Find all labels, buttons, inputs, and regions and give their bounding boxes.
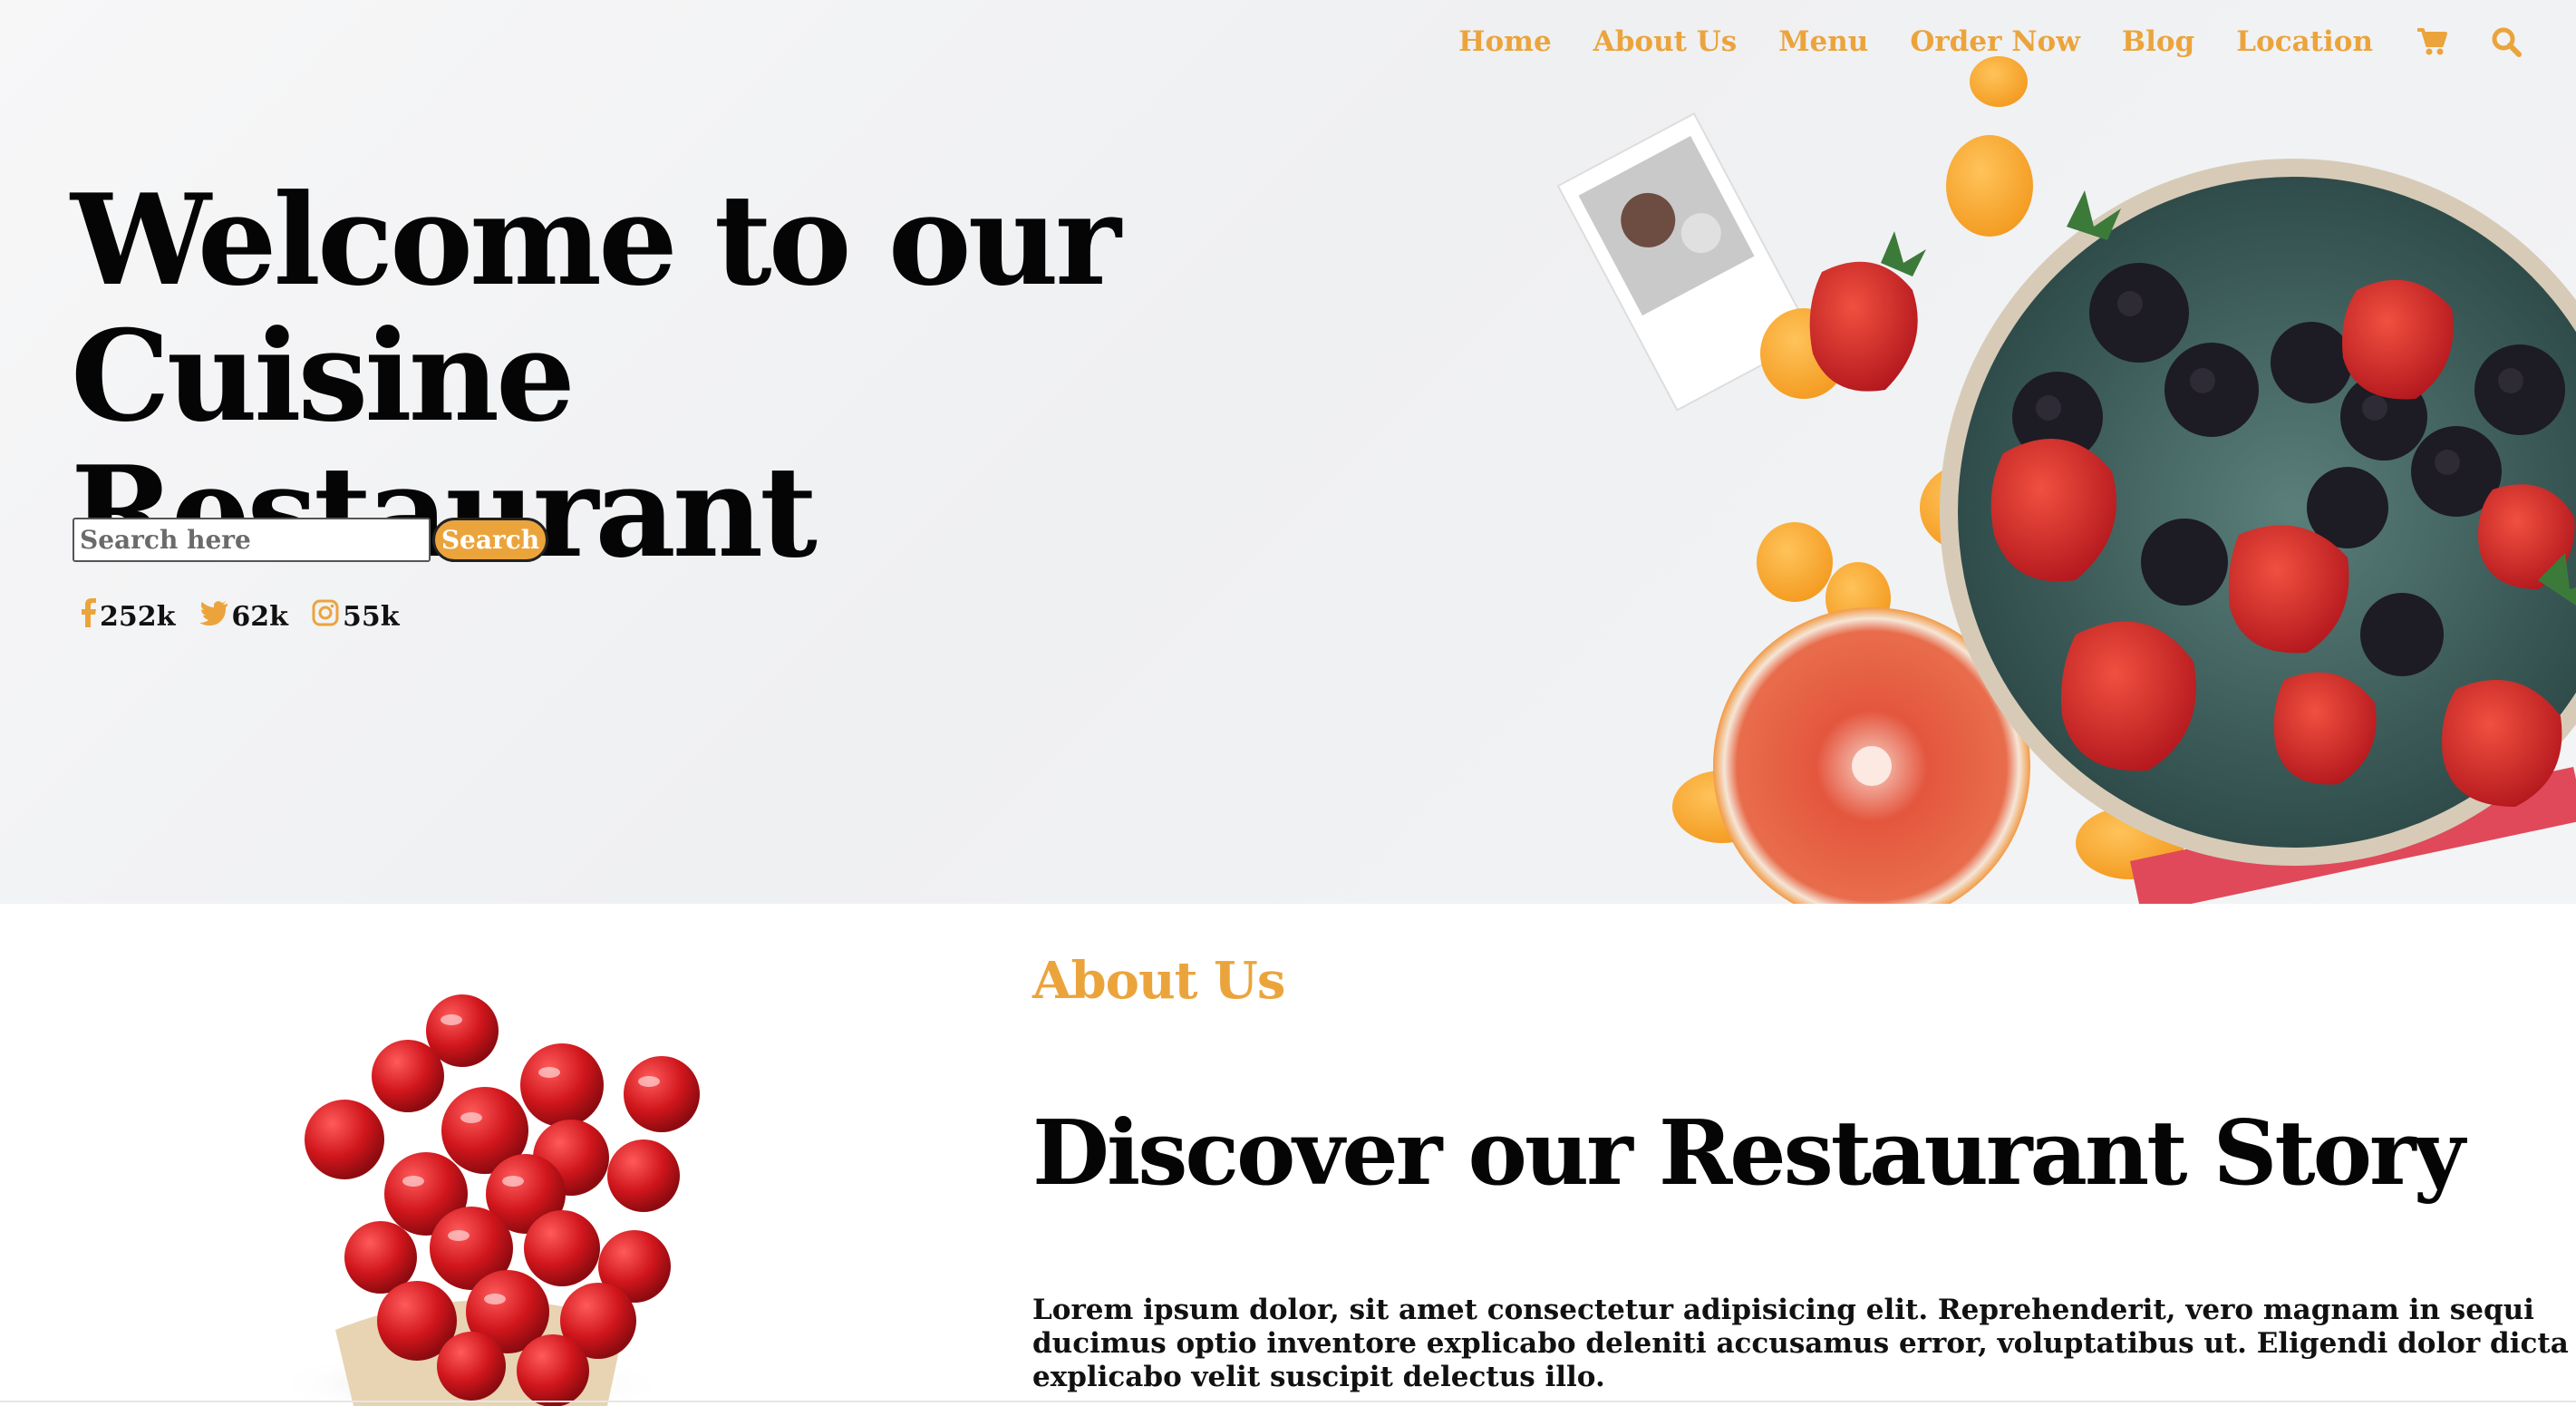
search-input[interactable] bbox=[73, 518, 431, 562]
hero-section: Home About Us Menu Order Now Blog Locati… bbox=[0, 0, 2576, 904]
social-stats: 252k 62k 55k bbox=[80, 598, 423, 635]
nav-menu-link[interactable]: Menu bbox=[1778, 25, 1868, 58]
main-nav: Home About Us Menu Order Now Blog Locati… bbox=[1417, 24, 2522, 60]
twitter-icon bbox=[199, 600, 231, 633]
facebook-stat[interactable]: 252k bbox=[80, 598, 175, 635]
twitter-count: 62k bbox=[231, 600, 288, 633]
hero-fruit-image bbox=[1556, 56, 2576, 904]
instagram-count: 55k bbox=[342, 600, 400, 633]
twitter-stat[interactable]: 62k bbox=[199, 600, 288, 633]
nav-about-link[interactable]: About Us bbox=[1593, 25, 1738, 58]
page-divider bbox=[0, 1401, 2576, 1402]
hero-title-line1: Welcome to our Cuisine bbox=[71, 166, 1121, 450]
nav-order-link[interactable]: Order Now bbox=[1910, 25, 2080, 58]
hero-search: Search bbox=[73, 518, 548, 562]
nav-home-link[interactable]: Home bbox=[1458, 25, 1552, 58]
search-button[interactable]: Search bbox=[432, 518, 548, 562]
instagram-stat[interactable]: 55k bbox=[312, 599, 400, 634]
search-icon[interactable] bbox=[2491, 26, 2522, 57]
about-section: About Us Discover our Restaurant Story L… bbox=[0, 904, 2576, 1406]
instagram-icon bbox=[312, 599, 343, 634]
about-label: About Us bbox=[1032, 951, 1285, 1011]
nav-location-link[interactable]: Location bbox=[2236, 25, 2373, 58]
hero-title-line2: Restaurant bbox=[71, 438, 818, 586]
about-heading: Discover our Restaurant Story bbox=[1032, 1101, 2465, 1206]
facebook-count: 252k bbox=[100, 600, 176, 633]
berries-bowl-image bbox=[272, 994, 700, 1406]
cart-icon[interactable] bbox=[2416, 27, 2447, 56]
about-paragraph: Lorem ipsum dolor, sit amet consectetur … bbox=[1032, 1294, 2569, 1393]
nav-blog-link[interactable]: Blog bbox=[2122, 25, 2194, 58]
facebook-icon bbox=[80, 598, 100, 635]
